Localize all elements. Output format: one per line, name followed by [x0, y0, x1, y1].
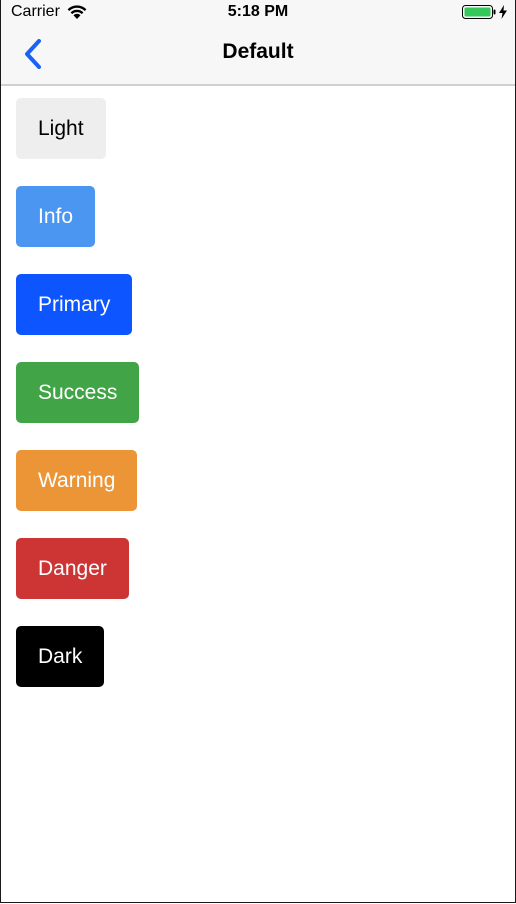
primary-button[interactable]: Primary	[16, 274, 133, 335]
info-button[interactable]: Info	[16, 186, 96, 247]
navigation-bar: Default	[1, 24, 515, 86]
page-title: Default	[222, 40, 294, 63]
danger-button[interactable]: Danger	[16, 538, 129, 599]
dark-button[interactable]: Dark	[16, 626, 105, 687]
status-bar: Carrier 5:18 PM	[1, 0, 515, 24]
status-time: 5:18 PM	[227, 3, 289, 20]
app-screen: Carrier 5:18 PM Default Light Info Prima…	[0, 0, 516, 903]
charging-bolt-icon	[499, 5, 507, 19]
battery-charging-icon	[462, 4, 507, 20]
success-button[interactable]: Success	[16, 362, 140, 423]
warning-button[interactable]: Warning	[16, 450, 138, 511]
button-list: Light Info Primary Success Warning Dange…	[16, 98, 140, 714]
light-button[interactable]: Light	[16, 98, 106, 159]
